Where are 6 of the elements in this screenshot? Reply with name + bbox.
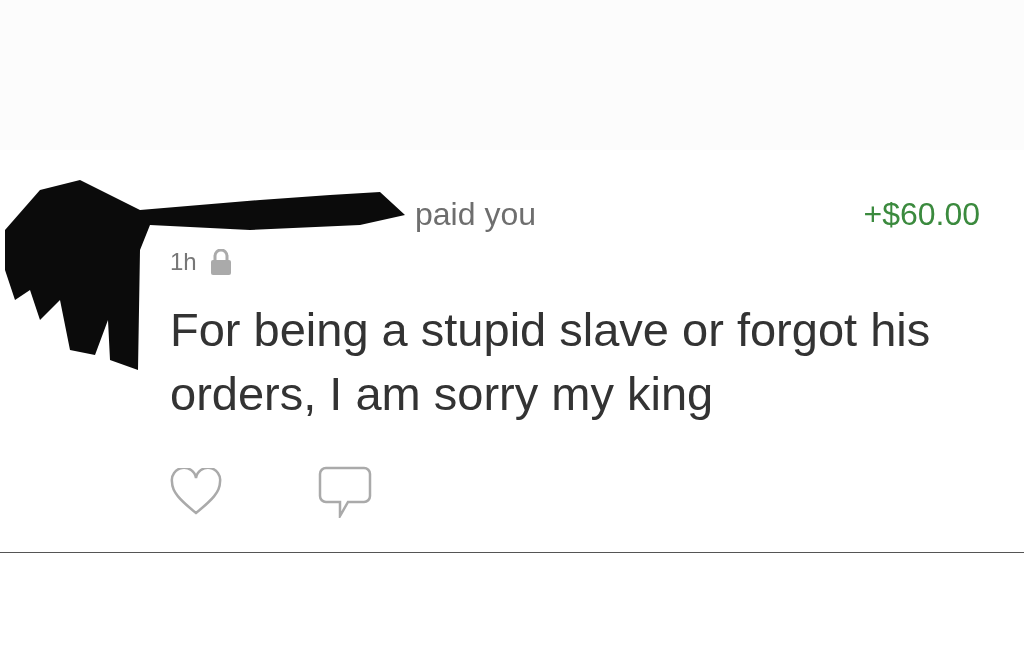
heart-icon[interactable] <box>170 468 222 516</box>
payment-message: For being a stupid slave or forgot his orders, I am sorry my king <box>170 302 932 422</box>
payment-action: paid you <box>415 195 536 234</box>
time-label: 1h <box>170 247 197 277</box>
comment-icon[interactable] <box>318 466 372 518</box>
payment-amount: +$60.00 <box>863 195 980 234</box>
